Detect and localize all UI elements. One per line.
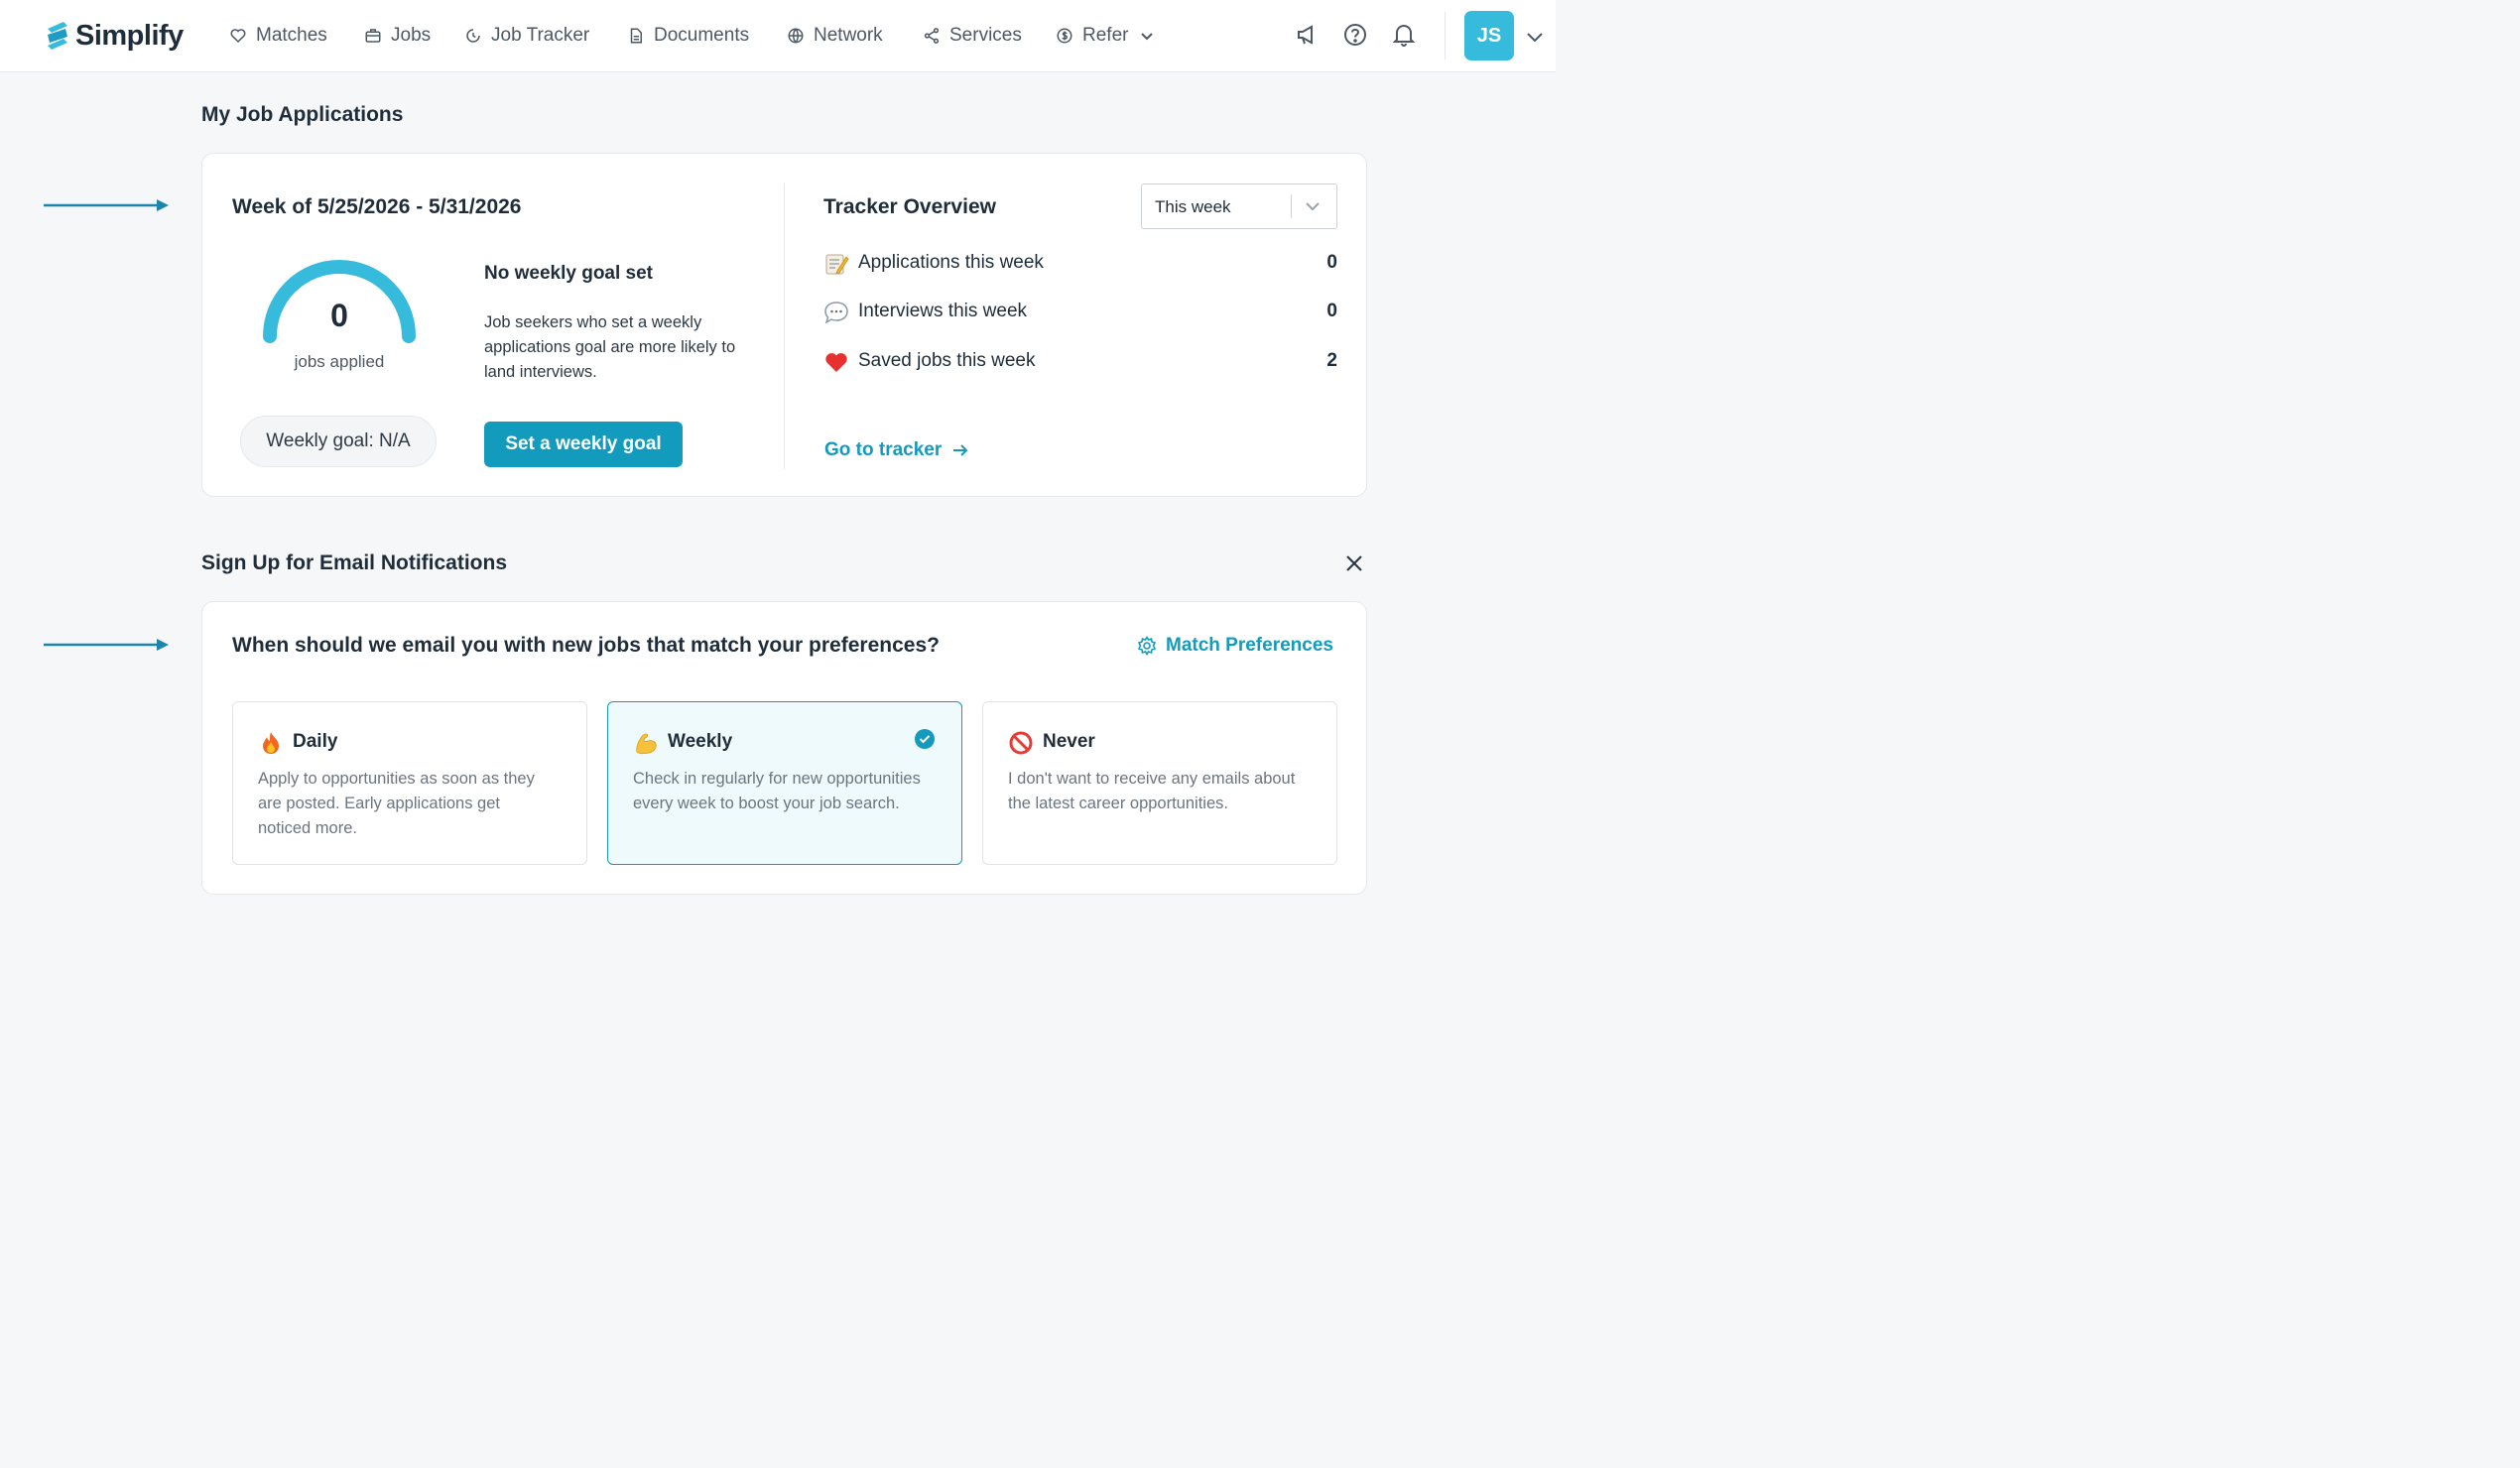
- period-select[interactable]: This week: [1141, 184, 1337, 229]
- share-icon: [923, 27, 941, 45]
- select-separator: [1291, 194, 1292, 218]
- checkmark-icon: [915, 729, 935, 749]
- nav-services[interactable]: Services: [923, 22, 1022, 50]
- card-divider: [784, 184, 785, 469]
- option-weekly[interactable]: Weekly Check in regularly for new opport…: [607, 701, 962, 865]
- arrow-icon: [44, 199, 169, 211]
- flexed-biceps-icon: [636, 733, 657, 755]
- email-card: When should we email you with new jobs t…: [201, 601, 1367, 895]
- stat-value: 2: [1326, 350, 1337, 371]
- notification-bell-icon[interactable]: [1391, 22, 1417, 48]
- red-heart-icon: [825, 353, 847, 372]
- weekly-goal-badge: Weekly goal: N/A: [240, 416, 437, 467]
- gear-icon: [1137, 636, 1157, 656]
- nav-label: Job Tracker: [491, 25, 590, 46]
- option-title: Never: [1043, 731, 1095, 752]
- jobs-applied-label: jobs applied: [294, 352, 385, 371]
- chevron-down-icon: [1306, 202, 1320, 211]
- go-to-tracker-label: Go to tracker: [824, 439, 943, 460]
- no-goal-description: Job seekers who set a weekly application…: [484, 313, 736, 381]
- nav-label: Services: [949, 25, 1022, 46]
- option-title: Weekly: [668, 731, 733, 752]
- top-navbar: Simplify Matches Jobs Job Tracker Docume…: [0, 0, 1556, 72]
- speech-bubble-icon: [824, 302, 848, 324]
- dollar-icon: [1056, 27, 1073, 45]
- arrow-icon: [44, 639, 169, 651]
- nav-label: Jobs: [391, 25, 432, 46]
- option-title: Daily: [293, 731, 338, 752]
- email-section-title: Sign Up for Email Notifications: [201, 551, 508, 574]
- nav-documents[interactable]: Documents: [627, 22, 749, 50]
- nav-label: Refer: [1082, 25, 1129, 46]
- nav-label: Network: [814, 25, 883, 46]
- nav-label: Matches: [256, 25, 327, 46]
- nav-label: Documents: [654, 25, 750, 46]
- tracker-icon: [464, 27, 482, 45]
- stat-label: Saved jobs this week: [858, 350, 1036, 371]
- nav-refer[interactable]: Refer: [1056, 22, 1154, 50]
- stat-value: 0: [1326, 301, 1337, 321]
- user-avatar[interactable]: JS: [1464, 11, 1514, 61]
- match-preferences-label: Match Preferences: [1166, 635, 1333, 656]
- set-weekly-goal-button[interactable]: Set a weekly goal: [484, 422, 683, 467]
- option-daily[interactable]: Daily Apply to opportunities as soon as …: [232, 701, 587, 865]
- nav-matches[interactable]: Matches: [229, 22, 327, 50]
- prohibited-icon: [1009, 731, 1033, 755]
- jobs-applied-count: 0: [330, 298, 348, 333]
- nav-divider: [1445, 12, 1446, 60]
- option-description: Apply to opportunities as soon as they a…: [258, 770, 535, 837]
- globe-icon: [787, 27, 805, 45]
- tracker-overview-title: Tracker Overview: [823, 195, 996, 218]
- stat-interviews: Interviews this week 0: [823, 298, 1337, 327]
- fire-icon: [263, 732, 279, 754]
- stat-value: 0: [1326, 252, 1337, 273]
- option-never[interactable]: Never I don't want to receive any emails…: [982, 701, 1337, 865]
- match-preferences-link[interactable]: Match Preferences: [1137, 635, 1333, 657]
- heart-icon: [229, 27, 247, 45]
- help-icon[interactable]: [1342, 22, 1368, 48]
- option-description: Check in regularly for new opportunities…: [633, 770, 921, 812]
- chevron-down-icon[interactable]: [1526, 29, 1544, 45]
- briefcase-icon: [364, 27, 382, 45]
- megaphone-icon[interactable]: [1294, 22, 1320, 48]
- memo-icon: [825, 254, 849, 275]
- nav-network[interactable]: Network: [787, 22, 883, 50]
- option-description: I don't want to receive any emails about…: [1008, 770, 1296, 812]
- period-select-value: This week: [1155, 197, 1231, 216]
- simplify-logo[interactable]: Simplify: [46, 18, 184, 54]
- applications-card: Week of 5/25/2026 - 5/31/2026 0 jobs app…: [201, 153, 1367, 497]
- stat-applications: Applications this week 0: [823, 249, 1337, 279]
- stat-label: Interviews this week: [858, 301, 1028, 321]
- week-range-title: Week of 5/25/2026 - 5/31/2026: [232, 195, 522, 218]
- email-question: When should we email you with new jobs t…: [232, 634, 940, 657]
- brand-name: Simplify: [75, 19, 184, 52]
- chevron-down-icon: [1141, 33, 1154, 41]
- nav-jobs[interactable]: Jobs: [364, 22, 431, 50]
- document-icon: [627, 27, 645, 45]
- nav-job-tracker[interactable]: Job Tracker: [464, 22, 589, 50]
- arrow-right-icon: [953, 444, 968, 456]
- stat-label: Applications this week: [858, 252, 1044, 273]
- simplify-logo-icon: [48, 22, 67, 50]
- close-icon[interactable]: [1344, 553, 1364, 573]
- applications-section-title: My Job Applications: [201, 103, 404, 126]
- go-to-tracker-link[interactable]: Go to tracker: [824, 439, 969, 461]
- no-goal-title: No weekly goal set: [484, 263, 654, 284]
- stat-saved-jobs: Saved jobs this week 2: [823, 347, 1337, 377]
